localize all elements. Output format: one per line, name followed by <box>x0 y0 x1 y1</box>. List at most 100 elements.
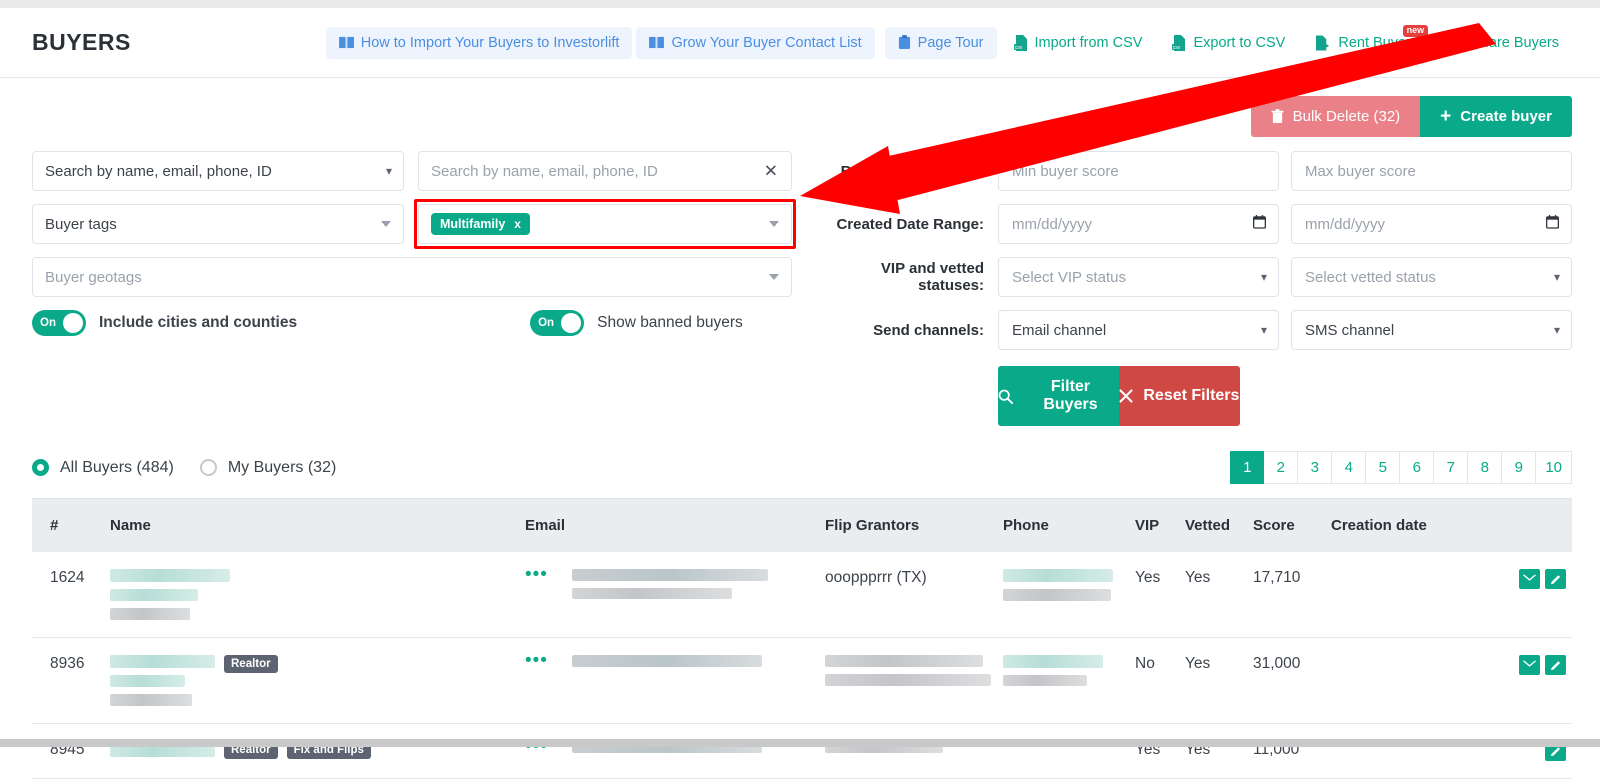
row-menu-icon[interactable]: ••• <box>525 651 548 671</box>
row-menu-icon[interactable]: ••• <box>525 565 548 585</box>
file-arrow-icon <box>1448 34 1464 51</box>
import-from-csv-link[interactable]: csv Import from CSV <box>1001 27 1156 59</box>
include-cities-toggle[interactable]: On <box>32 310 86 336</box>
redacted-text <box>110 569 230 582</box>
page-button-10[interactable]: 10 <box>1536 451 1572 484</box>
search-row: Search by name, email, phone, ID ▾ Searc… <box>32 151 792 191</box>
chevron-down-icon <box>769 274 779 280</box>
page-button-5[interactable]: 5 <box>1366 451 1401 484</box>
remove-tag-icon[interactable]: x <box>514 217 521 231</box>
radio-my-buyers[interactable]: My Buyers (32) <box>199 458 337 477</box>
pagination: 1 2 3 4 5 6 7 8 9 10 <box>1230 451 1572 484</box>
radio-my-buyers-label: My Buyers (32) <box>227 458 337 476</box>
page-button-4[interactable]: 4 <box>1332 451 1367 484</box>
page-button-7[interactable]: 7 <box>1434 451 1469 484</box>
max-buyer-score-placeholder: Max buyer score <box>1305 162 1416 180</box>
pencil-icon[interactable] <box>1545 655 1566 675</box>
table-row[interactable]: 8945 Realtor Fix and Flips ••• <box>32 723 1572 779</box>
email-channel-select[interactable]: Email channel ▾ <box>998 310 1279 350</box>
filter-buyers-button[interactable]: Filter Buyers <box>998 366 1119 426</box>
page-button-1[interactable]: 1 <box>1230 451 1265 484</box>
cell-flip-grantors: oooppprrr (TX) <box>825 552 1003 638</box>
col-header-name[interactable]: Name <box>110 498 525 552</box>
search-input-wrap[interactable]: Search by name, email, phone, ID ✕ <box>418 151 792 191</box>
bulk-delete-button[interactable]: Bulk Delete (32) <box>1250 96 1421 137</box>
envelope-icon[interactable] <box>1519 569 1540 589</box>
how-to-import-buyers-label: How to Import Your Buyers to Investorlif… <box>360 34 620 51</box>
col-header-vip[interactable]: VIP <box>1135 498 1185 552</box>
cell-phone <box>1003 637 1135 724</box>
col-header-email[interactable]: Email <box>525 498 825 552</box>
calendar-icon[interactable] <box>1545 215 1560 233</box>
sms-channel-select[interactable]: SMS channel ▾ <box>1291 310 1572 350</box>
created-date-to-input[interactable]: mm/dd/yyyy <box>1291 204 1572 244</box>
share-buyers-label: Share Buyers <box>1471 34 1559 51</box>
show-banned-toggle[interactable]: On <box>530 310 585 336</box>
action-bar: Bulk Delete (32) + Create buyer <box>0 78 1600 137</box>
col-header-id[interactable]: # <box>32 498 110 552</box>
created-date-to-placeholder: mm/dd/yyyy <box>1305 215 1386 233</box>
page-button-8[interactable]: 8 <box>1468 451 1503 484</box>
cell-name: Realtor Fix and Flips <box>110 723 525 779</box>
send-channels-label: Send channels: <box>873 321 984 339</box>
col-header-score[interactable]: Score <box>1253 498 1331 552</box>
table-row[interactable]: 8936 Realtor ••• No Yes 31,000 <box>32 637 1572 724</box>
rent-buyers-link[interactable]: Rent Buyers new <box>1302 24 1431 59</box>
chevron-down-icon: ▾ <box>1260 270 1267 284</box>
email-channel-value: Email channel <box>1012 321 1107 339</box>
col-header-vetted[interactable]: Vetted <box>1185 498 1253 552</box>
page-tour-chip[interactable]: Page Tour <box>884 26 997 59</box>
include-cities-toggle-state: On <box>40 317 56 329</box>
page-button-2[interactable]: 2 <box>1264 451 1299 484</box>
col-header-phone[interactable]: Phone <box>1003 498 1135 552</box>
reset-filters-button[interactable]: Reset Filters <box>1118 366 1240 426</box>
cell-flip-grantors <box>825 723 1003 779</box>
redacted-text <box>571 569 768 581</box>
share-buyers-link[interactable]: Share Buyers <box>1435 27 1572 59</box>
max-buyer-score-input[interactable]: Max buyer score <box>1291 151 1572 191</box>
buyers-table: # Name Email Flip Grantors Phone VIP Vet… <box>32 498 1572 779</box>
buyer-tags-select[interactable]: Buyer tags <box>32 204 404 244</box>
scope-radios: All Buyers (484) My Buyers (32) <box>32 459 336 477</box>
search-icon <box>998 389 1013 404</box>
table-row[interactable]: 1624 ••• oooppprrr (TX) Yes Yes 17,710 <box>32 552 1572 638</box>
scope-and-pagination-row: All Buyers (484) My Buyers (32) 1 2 3 4 … <box>0 439 1600 484</box>
cell-actions <box>1509 637 1572 724</box>
search-field-select[interactable]: Search by name, email, phone, ID ▾ <box>32 151 404 191</box>
redacted-text <box>1003 569 1113 582</box>
min-buyer-score-input[interactable]: Min buyer score <box>998 151 1279 191</box>
grow-buyer-list-chip[interactable]: Grow Your Buyer Contact List <box>636 26 875 59</box>
redacted-phone-block <box>1003 655 1135 686</box>
import-from-csv-label: Import from CSV <box>1034 34 1143 51</box>
col-header-creation-date[interactable]: Creation date <box>1331 498 1509 552</box>
cell-phone <box>1003 723 1135 779</box>
chevron-down-icon: ▾ <box>1553 270 1560 284</box>
page-button-3[interactable]: 3 <box>1298 451 1333 484</box>
page-button-9[interactable]: 9 <box>1502 451 1537 484</box>
new-badge: new <box>1402 24 1429 37</box>
vetted-status-select[interactable]: Select vetted status ▾ <box>1291 257 1572 297</box>
tag-pill-multifamily[interactable]: Multifamily x <box>431 213 530 235</box>
filter-buttons-row: Filter Buyers Reset Filters <box>820 363 1572 426</box>
clear-search-icon[interactable]: ✕ <box>764 163 778 180</box>
cell-score: 31,000 <box>1253 637 1331 724</box>
envelope-icon[interactable] <box>1519 655 1540 675</box>
created-date-from-input[interactable]: mm/dd/yyyy <box>998 204 1279 244</box>
filters-left-column: Search by name, email, phone, ID ▾ Searc… <box>32 151 796 439</box>
buyer-geotags-select[interactable]: Buyer geotags <box>32 257 792 297</box>
create-buyer-button[interactable]: + Create buyer <box>1420 96 1572 137</box>
vip-status-select[interactable]: Select VIP status ▾ <box>998 257 1279 297</box>
pencil-icon[interactable] <box>1545 569 1566 589</box>
export-to-csv-link[interactable]: csv Export to CSV <box>1159 27 1298 59</box>
how-to-import-buyers-chip[interactable]: How to Import Your Buyers to Investorlif… <box>325 26 633 59</box>
cell-flip-grantors <box>825 637 1003 724</box>
selected-tags-field[interactable]: Multifamily x <box>414 199 796 249</box>
redacted-text <box>825 655 983 667</box>
show-banned-label: Show banned buyers <box>597 314 743 331</box>
cell-name <box>110 552 525 638</box>
calendar-icon[interactable] <box>1252 215 1267 233</box>
radio-all-buyers[interactable]: All Buyers (484) <box>32 459 174 477</box>
buyer-score-range-row: Buyer Score Range: Min buyer score Max b… <box>820 151 1572 191</box>
col-header-grantors[interactable]: Flip Grantors <box>825 498 1003 552</box>
page-button-6[interactable]: 6 <box>1400 451 1435 484</box>
